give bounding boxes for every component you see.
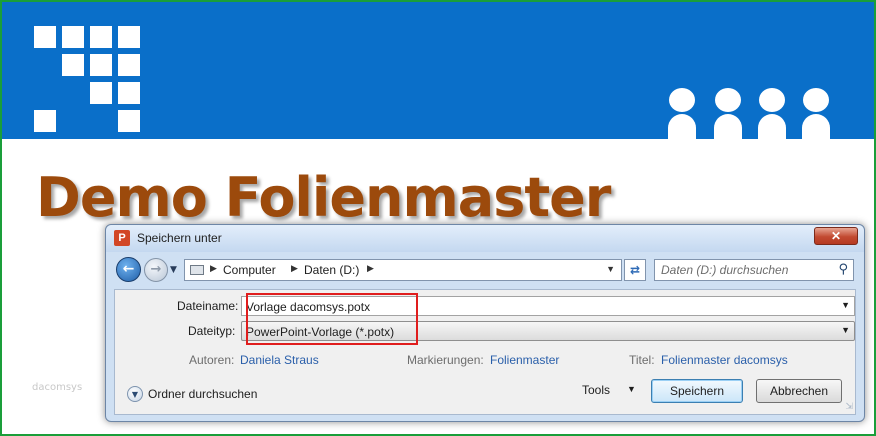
person-icon xyxy=(668,88,696,140)
title-label: Titel: xyxy=(629,353,655,367)
tags-label: Markierungen: xyxy=(407,353,484,367)
breadcrumb-drive[interactable]: Daten (D:) xyxy=(304,263,359,277)
filename-label: Dateiname: xyxy=(177,299,239,313)
search-icon[interactable]: ⚲ xyxy=(838,262,848,277)
save-form: Dateiname: Vorlage dacomsys.potx ▼ Datei… xyxy=(114,289,856,415)
refresh-icon[interactable]: ⇄ xyxy=(624,259,646,281)
back-arrow-icon[interactable]: ← xyxy=(116,257,141,282)
forward-arrow-icon[interactable]: → xyxy=(144,258,168,282)
breadcrumb-computer[interactable]: Computer xyxy=(223,263,276,277)
chevron-right-icon[interactable]: ▶ xyxy=(291,263,298,274)
browse-folders-link[interactable]: Ordner durchsuchen xyxy=(148,387,257,401)
cancel-button[interactable]: Abbrechen xyxy=(756,379,842,403)
slide-header-band xyxy=(2,2,874,140)
search-input[interactable] xyxy=(661,263,831,277)
chevron-right-icon[interactable]: ▶ xyxy=(210,263,217,274)
chevron-down-icon[interactable]: ▼ xyxy=(841,325,850,335)
authors-label: Autoren: xyxy=(189,353,235,367)
recent-pages-dropdown-icon[interactable]: ▼ xyxy=(170,265,177,275)
save-as-dialog: P Speichern unter ✕ ← → ▼ ▶ Computer ▶ D… xyxy=(105,224,865,422)
dialog-titlebar[interactable]: P Speichern unter ✕ xyxy=(106,225,864,252)
highlight-box xyxy=(246,293,418,345)
chevron-down-icon[interactable]: ▼ xyxy=(841,300,850,310)
expand-icon[interactable]: ▼ xyxy=(127,386,143,402)
person-icon xyxy=(802,88,830,140)
person-icon xyxy=(758,88,786,140)
chevron-down-icon[interactable]: ▼ xyxy=(627,384,636,394)
authors-value[interactable]: Daniela Straus xyxy=(240,353,319,367)
title-value[interactable]: Folienmaster dacomsys xyxy=(661,353,788,367)
address-bar[interactable]: ▶ Computer ▶ Daten (D:) ▶ ▼ xyxy=(184,259,622,281)
slide-footer-text: dacomsys xyxy=(32,382,83,393)
tools-menu[interactable]: Tools xyxy=(582,383,610,397)
dialog-title: Speichern unter xyxy=(137,231,222,245)
address-dropdown-icon[interactable]: ▼ xyxy=(606,264,615,274)
tags-value[interactable]: Folienmaster xyxy=(490,353,559,367)
slide-title: Demo Folienmaster xyxy=(36,166,611,229)
powerpoint-icon: P xyxy=(114,230,130,246)
drive-icon xyxy=(190,265,204,275)
save-button[interactable]: Speichern xyxy=(651,379,743,403)
person-icon xyxy=(714,88,742,140)
filetype-label: Dateityp: xyxy=(188,324,236,338)
search-box[interactable]: ⚲ xyxy=(654,259,854,281)
resize-grip-icon[interactable]: ⇲ xyxy=(845,402,853,412)
navigation-bar: ← → ▼ ▶ Computer ▶ Daten (D:) ▶ ▼ ⇄ ⚲ xyxy=(106,252,864,288)
close-button[interactable]: ✕ xyxy=(814,227,858,245)
chevron-right-icon[interactable]: ▶ xyxy=(367,263,374,274)
